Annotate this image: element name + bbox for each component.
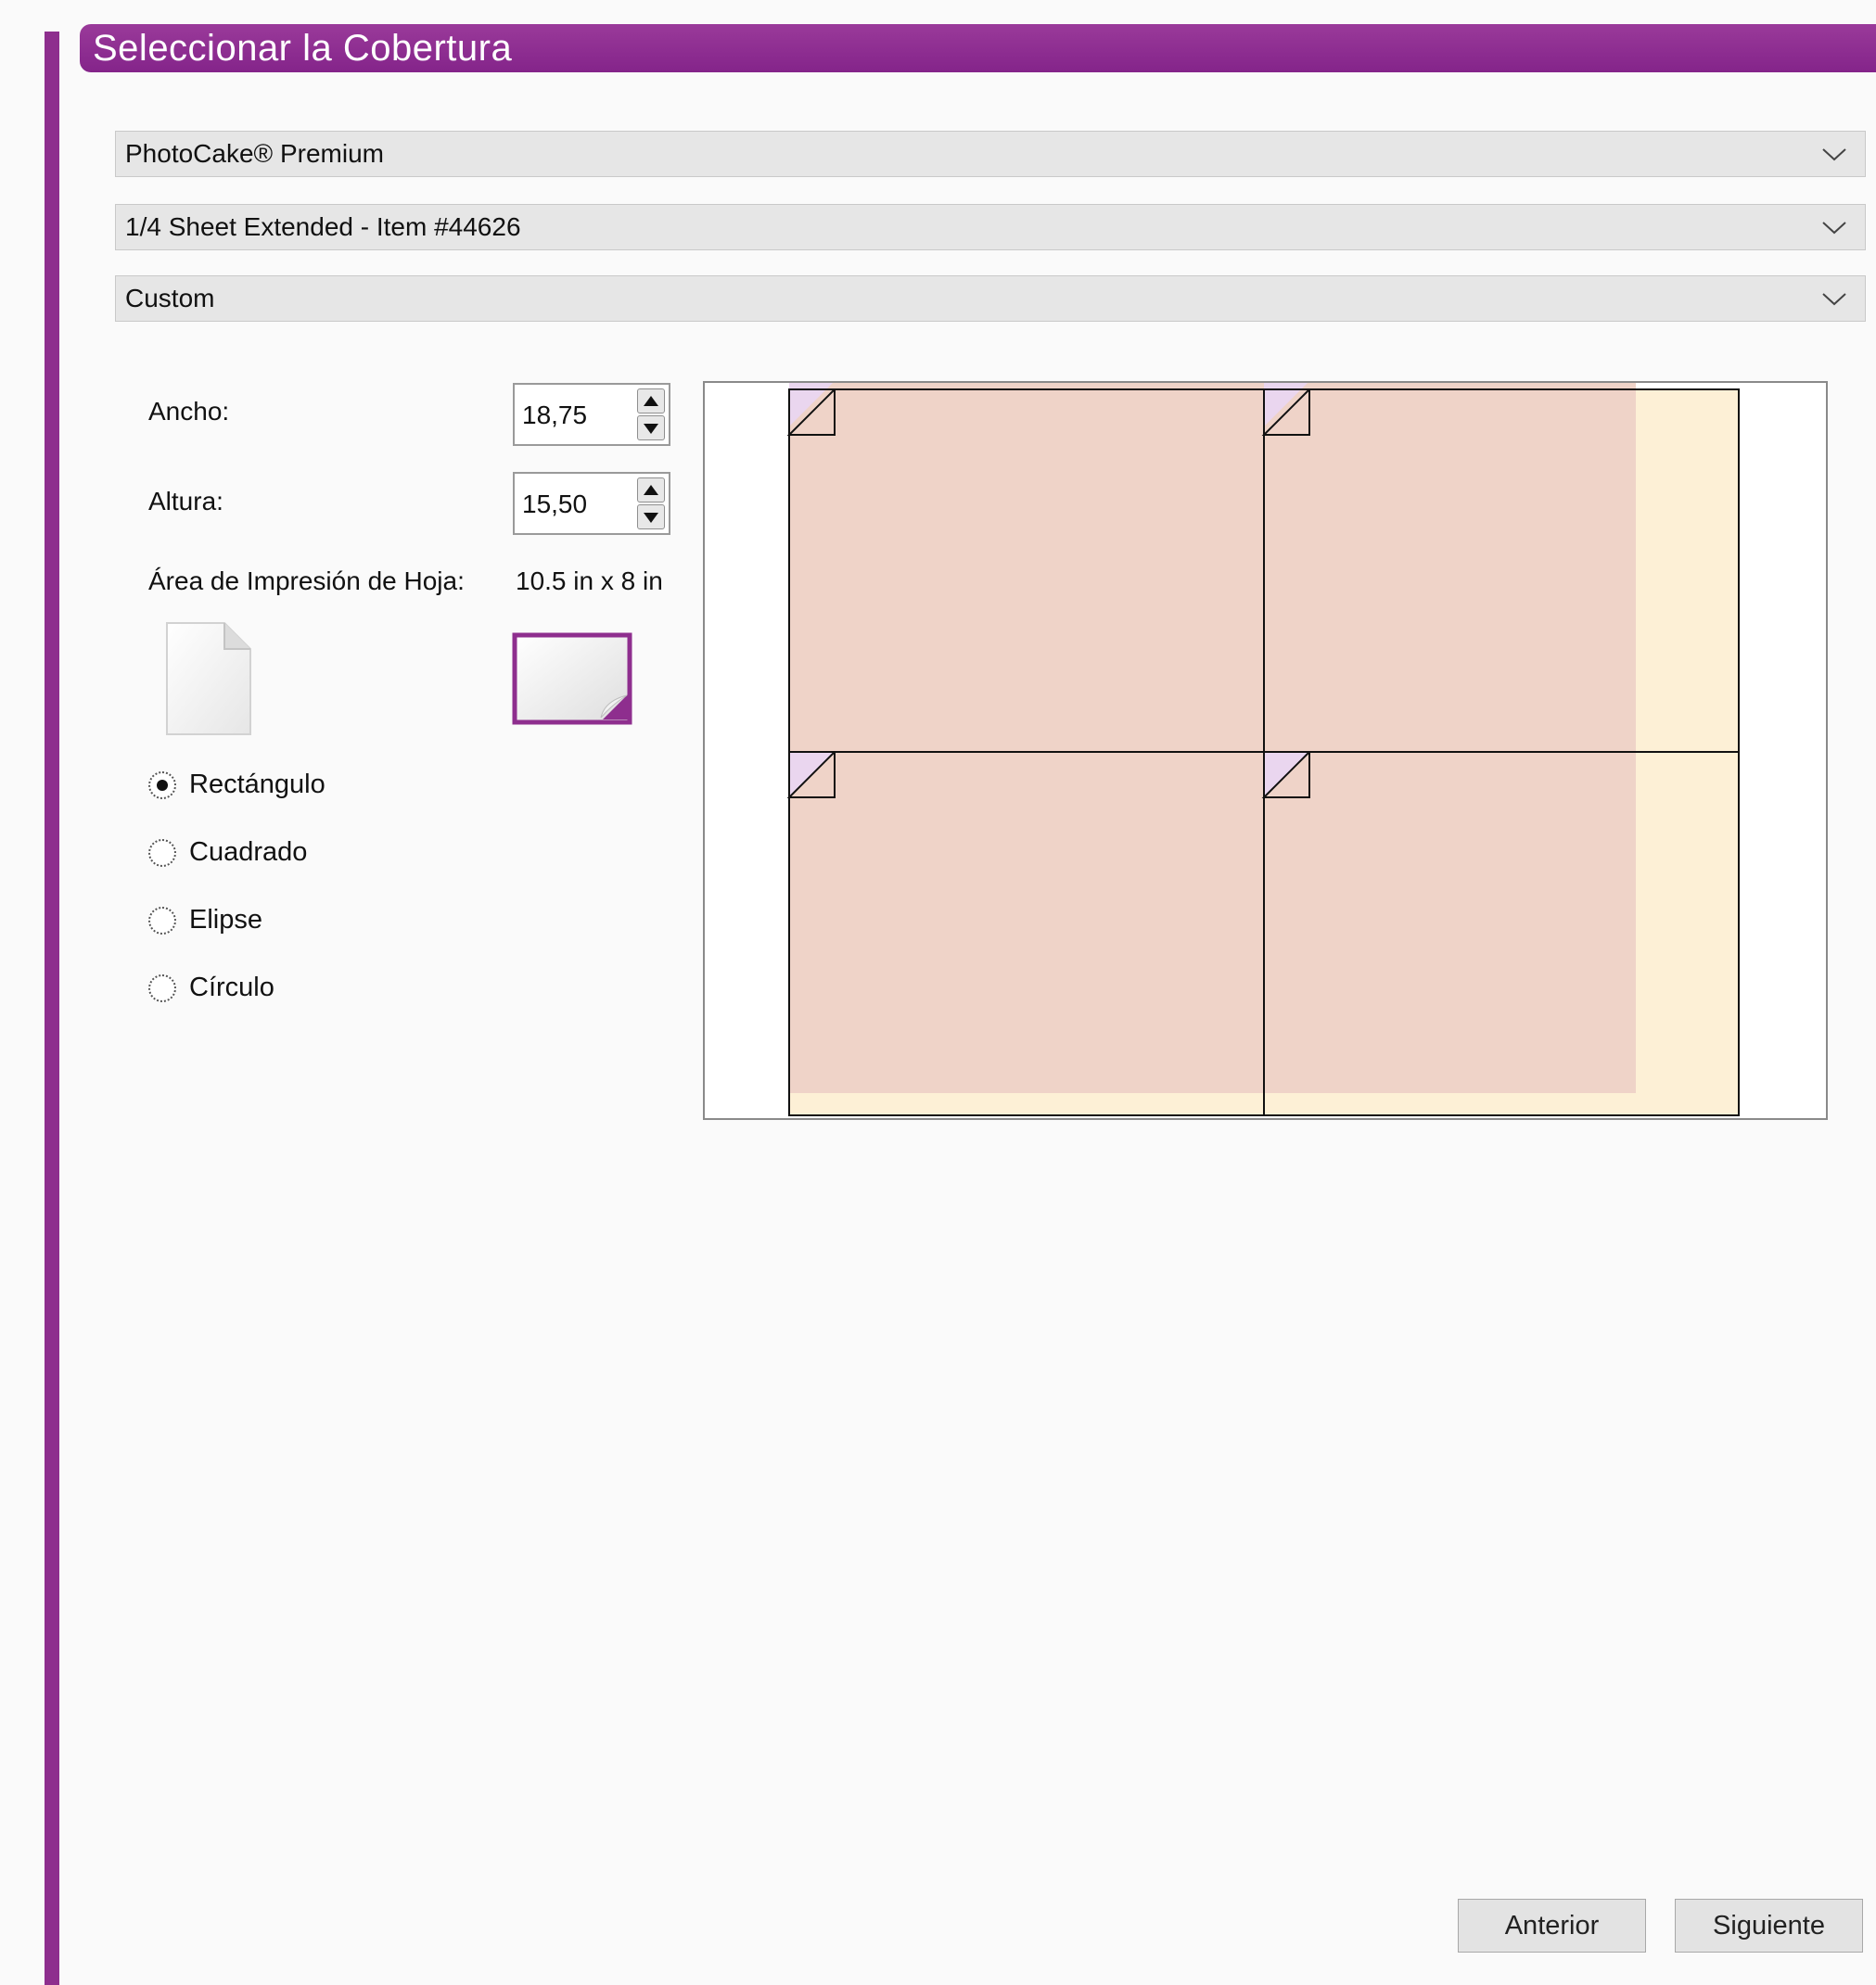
media-dropdown-value: PhotoCake® Premium	[125, 139, 384, 168]
radio-unselected-icon	[148, 974, 176, 1003]
sheet-size-dropdown[interactable]: 1/4 Sheet Extended - Item #44626	[115, 204, 1866, 250]
arrow-up-icon	[644, 485, 658, 495]
height-decrement-button[interactable]	[637, 504, 665, 529]
dialog-page: Seleccionar la Cobertura PhotoCake® Prem…	[0, 0, 1876, 1985]
radio-unselected-icon	[148, 839, 176, 868]
sheet-size-dropdown-value: 1/4 Sheet Extended - Item #44626	[125, 212, 521, 241]
shape-radio-square[interactable]: Cuadrado	[148, 833, 307, 871]
chevron-down-icon	[1822, 222, 1846, 235]
title-bar: Seleccionar la Cobertura	[80, 24, 1876, 72]
portrait-page-icon[interactable]	[165, 621, 252, 736]
previous-button[interactable]: Anterior	[1458, 1899, 1646, 1953]
height-label: Altura:	[148, 487, 223, 515]
layout-preview	[703, 381, 1828, 1120]
left-accent-bar	[45, 32, 59, 1985]
shape-radio-label: Rectángulo	[189, 770, 325, 799]
shape-radio-rectangle[interactable]: Rectángulo	[148, 766, 325, 803]
width-increment-button[interactable]	[637, 388, 665, 414]
arrow-down-icon	[644, 513, 658, 523]
print-area-label: Área de Impresión de Hoja:	[148, 566, 465, 595]
arrow-up-icon	[644, 396, 658, 406]
radio-unselected-icon	[148, 907, 176, 935]
height-input[interactable]	[522, 474, 624, 535]
template-dropdown-value: Custom	[125, 284, 215, 312]
next-button[interactable]: Siguiente	[1675, 1899, 1863, 1953]
width-label: Ancho:	[148, 397, 230, 426]
shape-radio-label: Elipse	[189, 905, 262, 935]
landscape-page-icon[interactable]	[512, 632, 632, 725]
radio-selected-icon	[148, 771, 176, 800]
width-input[interactable]	[522, 385, 624, 446]
chevron-down-icon	[1822, 148, 1846, 161]
media-dropdown[interactable]: PhotoCake® Premium	[115, 131, 1866, 177]
arrow-down-icon	[644, 424, 658, 434]
cover-overlay	[789, 383, 1636, 1093]
chevron-down-icon	[1822, 293, 1846, 306]
template-dropdown[interactable]: Custom	[115, 275, 1866, 322]
page-title: Seleccionar la Cobertura	[93, 28, 513, 69]
shape-radio-label: Cuadrado	[189, 837, 308, 867]
shape-radio-label: Círculo	[189, 973, 274, 1002]
print-area-value: 10.5 in x 8 in	[516, 566, 663, 595]
height-stepper[interactable]	[513, 472, 670, 535]
layout-preview-canvas	[786, 383, 1740, 1116]
height-increment-button[interactable]	[637, 477, 665, 503]
shape-radio-circle[interactable]: Círculo	[148, 969, 274, 1006]
width-decrement-button[interactable]	[637, 415, 665, 440]
shape-radio-ellipse[interactable]: Elipse	[148, 901, 262, 938]
width-stepper[interactable]	[513, 383, 670, 446]
